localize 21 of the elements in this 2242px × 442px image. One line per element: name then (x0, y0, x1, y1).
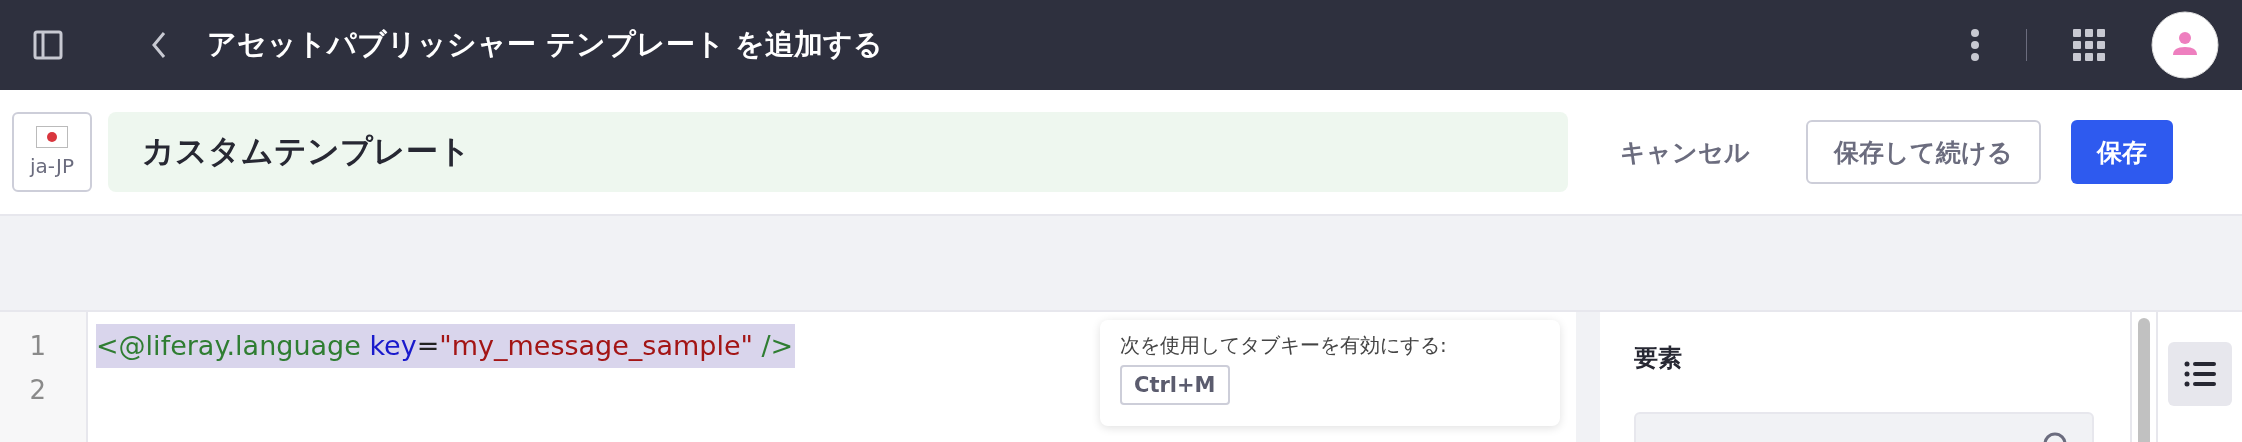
template-name-field[interactable]: カスタムテンプレート (108, 112, 1568, 192)
line-number: 1 (29, 330, 46, 363)
locale-button[interactable]: ja-JP (12, 112, 92, 192)
more-options-icon[interactable] (1970, 28, 1980, 62)
back-icon[interactable] (151, 31, 167, 59)
user-avatar-icon[interactable] (2151, 11, 2219, 79)
scrollbar-thumb[interactable] (2138, 318, 2150, 442)
list-icon (2184, 361, 2216, 387)
line-number: 2 (29, 374, 46, 407)
elements-list-button[interactable] (2168, 342, 2232, 406)
apps-grid-icon[interactable] (2073, 29, 2105, 61)
keyboard-shortcut: Ctrl+M (1120, 365, 1230, 405)
sidebar-toggle-icon[interactable] (33, 30, 63, 60)
locale-label: ja-JP (29, 154, 75, 178)
tooltip-text: 次を使用してタブキーを有効にする: (1120, 332, 1447, 359)
save-and-continue-button[interactable]: 保存して続ける (1806, 120, 2041, 184)
page-title: アセットパブリッシャー テンプレート を追加する (207, 26, 884, 63)
save-button[interactable]: 保存 (2071, 120, 2173, 184)
panel-title: 要素 (1634, 343, 1683, 374)
cancel-button[interactable]: キャンセル (1594, 120, 1776, 184)
japan-flag-icon (36, 126, 68, 148)
